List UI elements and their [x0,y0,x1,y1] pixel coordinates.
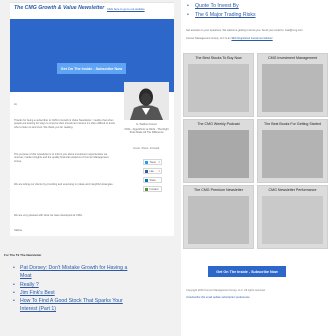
tile-image [262,64,323,112]
promo-tile[interactable]: The CMG Premium Newsletter [183,185,254,249]
tile-image [262,130,323,178]
share-count: 0 [158,160,160,164]
signoff: Sabine [14,229,23,232]
disclosure-label: Conner Management Group, LLC is an [186,37,231,40]
article-link[interactable]: Really ? [13,281,180,290]
share-label: Tweet [149,160,156,164]
sidebar: Quote To Invest By The 6 Major Trading R… [181,0,328,336]
footer-links[interactable]: Unsubscribe this email update subscripti… [186,296,250,299]
linkedin-icon [145,178,148,182]
website-link[interactable]: Click here to go to our website [107,7,145,11]
subscribe-button[interactable]: Get On The Inside - Subscribe Now [57,63,126,74]
tile-image [188,64,249,112]
photo-caption-tags: Invest. Share. Forward. [133,147,160,150]
section-tagline: For The Tk The Newsletter [4,253,42,257]
newsletter-card: The CMG Growth & Value Newsletter Click … [10,2,174,236]
share-button-forward[interactable]: Forward [143,186,162,192]
twitter-icon [145,160,148,164]
forward-icon [145,187,148,191]
article-link-continued[interactable]: Moat [14,272,180,280]
disclosure-text: Conner Management Group, LLC is an SEC R… [186,37,326,40]
promo-tile[interactable]: The Best Stocks To Buy Now [183,53,254,117]
promo-tile[interactable]: CMG Newsletter Performance [257,185,328,249]
disclosure-link[interactable]: SEC Registered Investment Adviser [231,37,272,40]
copyright-text: Copyright 2016 Conner Management Group, … [186,289,266,292]
tile-title: CMG Newsletter Performance [268,188,317,192]
greeting: Hi, [14,103,18,106]
promo-tile[interactable]: The CMG Weekly Podcast [183,119,254,183]
tile-image [188,196,249,244]
body-paragraph: Thanks for being a subscriber to CMG's G… [14,119,115,129]
portrait-image [124,82,169,120]
photo-caption-name: G. Wallins Conner [136,123,157,126]
promo-tile[interactable]: The Best Books For Getting Started [257,119,328,183]
share-button-linkedin[interactable]: Share [143,177,162,183]
article-link-list: Pat Dorsey: Don't Mistake Growth for Hav… [13,264,180,314]
tile-title: CMG Investment Management [268,56,317,60]
photo-caption-role: CMG - Algorithmic at Work - The Right To… [124,128,169,135]
promo-tile[interactable]: CMG Investment Management [257,53,328,117]
body-paragraph: We are very pleased with what we have de… [14,214,83,217]
body-paragraph: We are letting our clients by providing … [14,183,114,186]
email-column: The CMG Growth & Value Newsletter Click … [0,0,181,336]
tile-title: The Best Books For Getting Started [264,122,321,126]
tile-image [262,196,323,244]
share-label: Forward [149,187,159,191]
article-link[interactable]: Pat Dorsey: Don't Mistake Growth for Hav… [13,264,180,273]
share-label: Like [149,169,154,173]
tile-title: The CMG Premium Newsletter [194,188,243,192]
facebook-icon [145,169,148,173]
share-label: Share [149,178,156,182]
body-paragraph: The purpose of this newsletter is to inf… [14,153,109,163]
tile-title: The CMG Weekly Podcast [197,122,240,126]
tile-image [188,130,249,178]
sidebar-note: Get answers to your questions. We welcom… [186,29,303,32]
sidebar-subscribe-button[interactable]: Get On The Inside - Subscribe Now [208,266,286,277]
share-button-tweet[interactable]: Tweet 0 [143,159,162,165]
sidebar-link[interactable]: The 6 Major Trading Risks [185,11,256,20]
sidebar-link[interactable]: Quote To Invest By [185,2,239,11]
tile-title: The Best Stocks To Buy Now [195,56,242,60]
article-link-continued[interactable]: Interest (Part 1) [14,305,180,313]
article-link[interactable]: How To Find A Good Stock That Sparks You… [13,297,180,306]
share-count: 0 [158,169,160,173]
newsletter-title: The CMG Growth & Value Newsletter [14,5,105,11]
newsletter-header: The CMG Growth & Value Newsletter Click … [10,3,174,15]
share-button-like[interactable]: Like 0 [143,168,162,174]
author-photo [124,82,169,120]
article-link[interactable]: Jim Fink's Best [13,289,180,298]
